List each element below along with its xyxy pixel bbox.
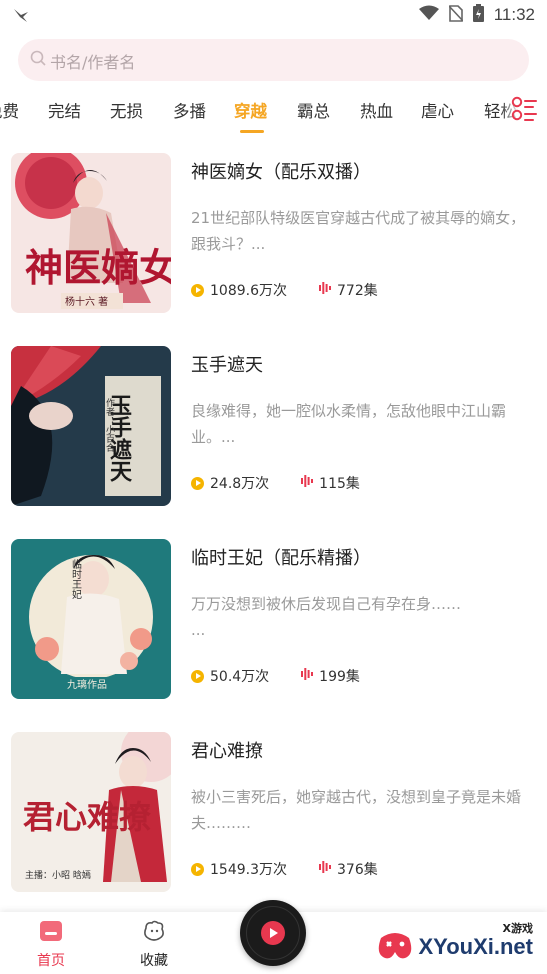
cover-author: 作者：小百合 <box>104 397 115 453</box>
app-screen: 11:32 书名/作者名 免费 完结 无损 多播 穿越 霸总 热血 虐心 轻松 <box>0 0 547 974</box>
active-tab-indicator <box>240 130 264 133</box>
search-placeholder: 书名/作者名 <box>50 53 136 72</box>
play-count: 1549.3万次 <box>191 859 287 879</box>
book-list-item[interactable]: 神医嫡女 杨十六 著 神医嫡女（配乐双播） 21世纪部队特级医官穿越古代成了被其… <box>0 153 547 323</box>
play-count-value: 1089.6万次 <box>210 283 287 299</box>
search-icon <box>30 50 46 70</box>
category-menu-icon[interactable] <box>511 96 537 122</box>
category-tabs: 免费 完结 无损 多播 穿越 霸总 热血 虐心 轻松 <box>0 92 547 136</box>
episode-count-value: 376集 <box>337 862 378 878</box>
search-bar[interactable]: 书名/作者名 <box>18 39 529 81</box>
book-list-item[interactable]: 君心难撩 主播：小昭 晗嫣 君心难撩 被小三害死后，她穿越古代，没想到皇子竟是未… <box>0 732 547 902</box>
cover-title: 临时王妃 <box>70 558 82 600</box>
book-cover[interactable]: 神医嫡女 杨十六 著 <box>11 153 171 313</box>
book-description: 21世纪部队特级医官穿越古代成了被其辱的嫡女，跟我斗？... <box>191 209 526 253</box>
favorites-icon <box>119 920 189 946</box>
book-description: 被小三害死后，她穿越古代，没想到皇子竟是未婚夫……… <box>191 788 522 832</box>
book-cover[interactable]: 君心难撩 主播：小昭 晗嫣 <box>11 732 171 892</box>
play-count-value: 50.4万次 <box>210 669 270 685</box>
app-notification-icon <box>12 6 30 28</box>
episode-count: 115集 <box>301 473 360 493</box>
clock: 11:32 <box>493 5 535 24</box>
play-count-icon <box>191 476 204 490</box>
cover-title: 神医嫡女 <box>25 245 171 290</box>
cover-author: 主播：小昭 晗嫣 <box>25 869 91 881</box>
episode-count: 376集 <box>319 859 378 879</box>
tab-time-travel[interactable]: 穿越 <box>234 98 267 122</box>
play-count-value: 1549.3万次 <box>210 862 287 878</box>
wifi-icon <box>418 5 439 25</box>
status-bar: 11:32 <box>0 0 547 30</box>
gamepad-logo-icon <box>375 926 415 966</box>
play-count: 24.8万次 <box>191 473 269 493</box>
episode-count-value: 772集 <box>337 283 378 299</box>
episodes-icon <box>319 861 331 877</box>
episodes-icon <box>301 475 314 491</box>
battery-icon <box>472 4 484 26</box>
tab-heartbreak[interactable]: 虐心 <box>421 98 454 122</box>
no-sim-icon <box>448 4 464 26</box>
book-title[interactable]: 临时王妃（配乐精播） <box>191 544 371 570</box>
book-cover[interactable]: 玉手遮天 作者：小百合 <box>11 346 171 506</box>
tab-ceo[interactable]: 霸总 <box>297 98 330 122</box>
book-title[interactable]: 神医嫡女（配乐双播） <box>191 158 371 184</box>
book-list-item[interactable]: 玉手遮天 作者：小百合 玉手遮天 良缘难得，她一腔似水柔情，怎敌他眼中江山霸业。… <box>0 346 547 516</box>
now-playing-button[interactable] <box>240 900 306 966</box>
episodes-icon <box>301 668 314 684</box>
watermark-brand: XYouXi.net <box>418 934 534 959</box>
book-stats: 50.4万次 199集 <box>191 666 360 686</box>
nav-home[interactable]: 首页 <box>16 920 86 970</box>
tab-completed[interactable]: 完结 <box>48 98 81 122</box>
book-cover[interactable]: 临时王妃 九璃作品 <box>11 539 171 699</box>
episode-count: 199集 <box>301 666 360 686</box>
book-title[interactable]: 玉手遮天 <box>191 351 263 377</box>
book-stats: 1549.3万次 376集 <box>191 859 378 879</box>
cover-title: 君心难撩 <box>23 798 151 836</box>
book-description: 良缘难得，她一腔似水柔情，怎敌他眼中江山霸业。... <box>191 402 507 446</box>
play-count: 50.4万次 <box>191 666 269 686</box>
nav-favorites-label: 收藏 <box>140 953 168 969</box>
episode-count-value: 199集 <box>319 669 360 685</box>
tab-multicast[interactable]: 多播 <box>173 98 206 122</box>
home-icon <box>16 920 86 946</box>
book-title[interactable]: 君心难撩 <box>191 737 263 763</box>
play-count: 1089.6万次 <box>191 280 287 300</box>
book-stats: 1089.6万次 772集 <box>191 280 378 300</box>
play-count-icon <box>191 283 204 297</box>
nav-home-label: 首页 <box>37 953 65 969</box>
cover-author: 杨十六 著 <box>65 295 108 308</box>
episodes-icon <box>319 282 331 298</box>
play-count-icon <box>191 669 204 683</box>
tab-lossless[interactable]: 无损 <box>110 98 143 122</box>
episode-count-value: 115集 <box>319 476 360 492</box>
nav-favorites[interactable]: 收藏 <box>119 920 189 970</box>
tab-passion[interactable]: 热血 <box>360 98 393 122</box>
book-stats: 24.8万次 115集 <box>191 473 360 493</box>
book-list-item[interactable]: 临时王妃 九璃作品 临时王妃（配乐精播） 万万没想到被休后发现自己有孕在身…… … <box>0 539 547 709</box>
tab-free[interactable]: 免费 <box>0 98 19 122</box>
cover-author: 九璃作品 <box>67 678 107 691</box>
play-icon <box>261 921 285 945</box>
book-description: 万万没想到被休后发现自己有孕在身…… ... <box>191 595 462 639</box>
watermark: X游戏 XYouXi.net <box>367 920 537 970</box>
episode-count: 772集 <box>319 280 378 300</box>
play-count-value: 24.8万次 <box>210 476 270 492</box>
play-count-icon <box>191 862 204 876</box>
